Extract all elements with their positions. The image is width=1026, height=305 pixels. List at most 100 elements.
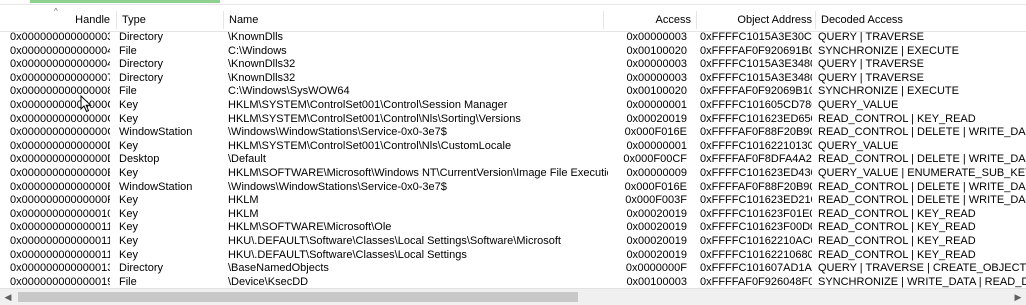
cell-object-address: 0xFFFFC101623ED650 [700, 112, 812, 125]
column-separator[interactable] [815, 11, 816, 29]
cell-handle: 0x0000000000000110 [10, 221, 110, 234]
cell-name: HKLM\SYSTEM\ControlSet001\Control\Nls\So… [228, 112, 521, 125]
cell-object-address: 0xFFFFC101605CD780 [700, 98, 812, 111]
column-separator[interactable] [603, 11, 604, 29]
cell-decoded-access: READ_CONTROL | KEY_READ [818, 234, 976, 247]
table-row[interactable]: 0x0000000000000078 Directory \KnownDlls32 0… [0, 72, 1026, 86]
table-row[interactable]: 0x00000000000000E8 WindowStation \Windows\… [0, 181, 1026, 195]
table-row[interactable]: 0x00000000000000D8 Desktop \Default 0x000F0… [0, 153, 1026, 167]
cell-object-address: 0xFFFFC101623F01E0 [700, 207, 812, 220]
cell-handle: 0x0000000000000084 [10, 85, 110, 98]
cell-name: HKLM\SOFTWARE\Microsoft\Ole [228, 221, 392, 234]
column-header-type[interactable]: Type [122, 9, 222, 31]
cell-handle: 0x0000000000000118 [10, 234, 110, 247]
cell-handle: 0x0000000000000138 [10, 262, 110, 275]
cell-type: Key [119, 166, 138, 179]
scroll-right-arrow-icon[interactable]: ▶ [1010, 289, 1026, 305]
cell-access: 0x00020019 [626, 112, 687, 125]
cell-name: HKLM\SYSTEM\ControlSet001\Control\Nls\Cu… [228, 139, 512, 152]
cell-access: 0x00000003 [626, 58, 687, 71]
cell-name: \BaseNamedObjects [228, 262, 329, 275]
column-header-object-address[interactable]: Object Address [700, 9, 812, 31]
table-row[interactable]: 0x000000000000010C Key HKLM 0x00020019 0xFFF… [0, 208, 1026, 222]
scroll-left-arrow-icon[interactable]: ◀ [0, 289, 16, 305]
mouse-pointer-icon [80, 95, 92, 113]
divider [0, 4, 1026, 5]
cell-handle: 0x0000000000000078 [10, 71, 110, 84]
table-row[interactable]: 0x0000000000000040 File C:\Windows 0x001000… [0, 45, 1026, 59]
cell-decoded-access: READ_CONTROL | DELETE | WRITE_DAC | W [818, 126, 1026, 139]
cell-object-address: 0xFFFFC10162210130 [700, 139, 812, 152]
cell-name: C:\Windows\SysWOW64 [228, 85, 350, 98]
column-header-handle[interactable]: Handle [10, 9, 110, 31]
table-row[interactable]: 0x0000000000000048 Directory \KnownDlls32 0… [0, 58, 1026, 72]
column-header-access[interactable]: Access [605, 9, 691, 31]
cell-decoded-access: QUERY | TRAVERSE [818, 71, 924, 84]
column-separator[interactable] [116, 11, 117, 29]
table-row[interactable]: 0x0000000000000118 Key HKU\.DEFAULT\Softwa… [0, 235, 1026, 249]
cell-decoded-access: READ_CONTROL | DELETE | WRITE_DAC | W [818, 194, 1026, 207]
cell-access: 0x00020019 [626, 207, 687, 220]
cell-name: \KnownDlls32 [228, 58, 296, 71]
cell-decoded-access: READ_CONTROL | KEY_READ [818, 221, 976, 234]
cell-access: 0x00000001 [626, 98, 687, 111]
top-strip [0, 0, 1026, 8]
horizontal-scrollbar[interactable]: ◀ ▶ [0, 288, 1026, 305]
cell-handle: 0x0000000000000198 [10, 275, 110, 288]
cell-access: 0x00020019 [626, 234, 687, 247]
cell-handle: 0x000000000000011C [10, 248, 110, 261]
cell-decoded-access: QUERY_VALUE [818, 139, 899, 152]
table-row[interactable]: 0x0000000000000198 File \Device\KsecDD 0x00… [0, 276, 1026, 288]
cell-type: Directory [119, 58, 164, 71]
cell-object-address: 0xFFFFAF0F926048F0 [700, 275, 812, 288]
cell-type: Directory [119, 71, 164, 84]
cell-type: File [119, 275, 137, 288]
cell-decoded-access: READ_CONTROL | KEY_READ [818, 112, 976, 125]
cell-handle: 0x00000000000000E4 [10, 166, 110, 179]
table-row[interactable]: 0x00000000000000C8 Key HKLM\SYSTEM\Control… [0, 113, 1026, 127]
cell-type: Key [119, 207, 138, 220]
table-row[interactable]: 0x00000000000000C0 Key HKLM\SYSTEM\Control… [0, 99, 1026, 113]
column-header-name[interactable]: Name [229, 9, 329, 31]
cell-decoded-access: READ_CONTROL | DELETE | WRITE_DAC | W [818, 153, 1026, 166]
cell-type: Key [119, 248, 138, 261]
scrollbar-thumb[interactable] [18, 292, 578, 302]
handles-list[interactable]: 0x0000000000000034 Directory \KnownDlls 0x0… [0, 31, 1026, 288]
cell-object-address: 0xFFFFAF0F92069B10 [700, 85, 812, 98]
cell-decoded-access: READ_CONTROL | DELETE | WRITE_DAC | W [818, 180, 1026, 193]
cell-type: Key [119, 112, 138, 125]
column-header-decoded-access[interactable]: Decoded Access [821, 9, 1021, 31]
cell-name: HKLM\SOFTWARE\Microsoft\Windows NT\Curre… [228, 166, 608, 179]
cell-handle: 0x0000000000000040 [10, 44, 110, 57]
cell-decoded-access: QUERY_VALUE | ENUMERATE_SUB_KEYS [818, 166, 1026, 179]
table-row[interactable]: 0x00000000000000D0 Key HKLM\SYSTEM\Control… [0, 140, 1026, 154]
cell-object-address: 0xFFFFC10162210AC0 [700, 234, 812, 247]
cell-type: Key [119, 221, 138, 234]
cell-decoded-access: READ_CONTROL | KEY_READ [818, 248, 976, 261]
cell-decoded-access: SYNCHRONIZE | EXECUTE [818, 44, 959, 57]
cell-handle: 0x0000000000000048 [10, 58, 110, 71]
cell-object-address: 0xFFFFC101623F00D0 [700, 221, 812, 234]
cell-type: Desktop [119, 153, 160, 166]
table-row[interactable]: 0x0000000000000110 Key HKLM\SOFTWARE\Micro… [0, 221, 1026, 235]
cell-object-address: 0xFFFFAF0F88F20B90 [700, 180, 812, 193]
table-row[interactable]: 0x000000000000011C Key HKU\.DEFAULT\Softwa… [0, 249, 1026, 263]
table-row[interactable]: 0x00000000000000E4 Key HKLM\SOFTWARE\Micro… [0, 167, 1026, 181]
table-row[interactable]: 0x00000000000000CC WindowStation \Windows\… [0, 126, 1026, 140]
cell-access: 0x00000003 [626, 31, 687, 43]
column-header: ^ Handle Type Name Access Object Address… [0, 8, 1026, 32]
cell-access: 0x00000009 [626, 166, 687, 179]
table-row[interactable]: 0x0000000000000034 Directory \KnownDlls 0x0… [0, 31, 1026, 45]
table-row[interactable]: 0x0000000000000138 Directory \BaseNamedObj… [0, 262, 1026, 276]
table-row[interactable]: 0x0000000000000084 File C:\Windows\SysWOW6… [0, 85, 1026, 99]
cell-handle: 0x00000000000000F4 [10, 194, 110, 207]
cell-object-address: 0xFFFFC101623ED210 [700, 194, 812, 207]
cell-name: C:\Windows [228, 44, 287, 57]
cell-access: 0x00100020 [626, 85, 687, 98]
column-separator[interactable] [696, 11, 697, 29]
cell-name: \Windows\WindowStations\Service-0x0-3e7$ [228, 180, 447, 193]
selection-highlight-bar [30, 0, 220, 3]
cell-access: 0x000F00CF [623, 153, 687, 166]
table-row[interactable]: 0x00000000000000F4 Key HKLM 0x000F003F 0xFFF… [0, 194, 1026, 208]
column-separator[interactable] [223, 11, 224, 29]
